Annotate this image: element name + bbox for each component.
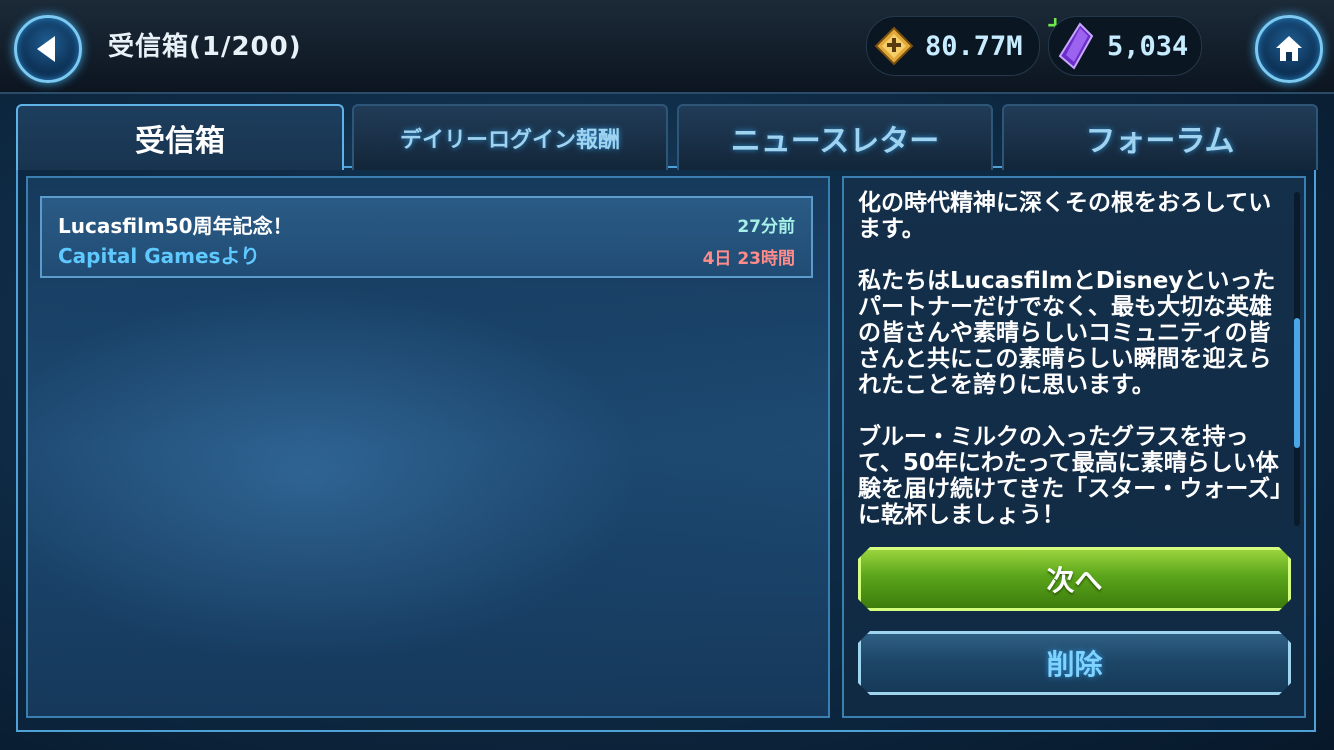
mail-list-item[interactable]: Lucasfilm50周年記念！ Capital Gamesより 27分前 4日… [40, 196, 813, 278]
credits-value: 80.77M [925, 30, 1023, 62]
crystals-display[interactable]: 5,034 [1048, 16, 1202, 76]
home-icon [1276, 36, 1302, 61]
message-scrollbar-thumb[interactable] [1294, 318, 1300, 448]
back-button[interactable] [14, 15, 82, 83]
message-body: 化の時代精神に深くその根をおろしています。 私たちはLucasfilmとDisn… [858, 190, 1282, 528]
tab-inbox[interactable]: 受信箱 [16, 104, 344, 170]
home-button[interactable] [1255, 15, 1323, 83]
mail-received-time: 27分前 [737, 217, 795, 237]
credits-display[interactable]: 80.77M [866, 16, 1040, 76]
mail-expiry-time: 4日 23時間 [702, 249, 795, 269]
mail-subject: Lucasfilm50周年記念！ [58, 214, 293, 238]
message-scroll-area[interactable]: 化の時代精神に深くその根をおろしています。 私たちはLucasfilmとDisn… [858, 190, 1290, 528]
crystals-value: 5,034 [1107, 30, 1189, 62]
back-arrow-icon [37, 36, 55, 62]
credits-icon [869, 21, 919, 71]
tab-daily-login-reward[interactable]: デイリーログイン報酬 [352, 104, 668, 170]
tab-newsletter[interactable]: ニュースレター [677, 104, 993, 170]
mail-sender: Capital Gamesより [58, 244, 261, 268]
delete-button[interactable]: 削除 [858, 631, 1291, 695]
crystal-icon [1051, 21, 1101, 71]
next-button[interactable]: 次へ [858, 547, 1291, 611]
page-title: 受信箱(1/200) [108, 32, 302, 62]
tab-forum[interactable]: フォーラム [1002, 104, 1318, 170]
